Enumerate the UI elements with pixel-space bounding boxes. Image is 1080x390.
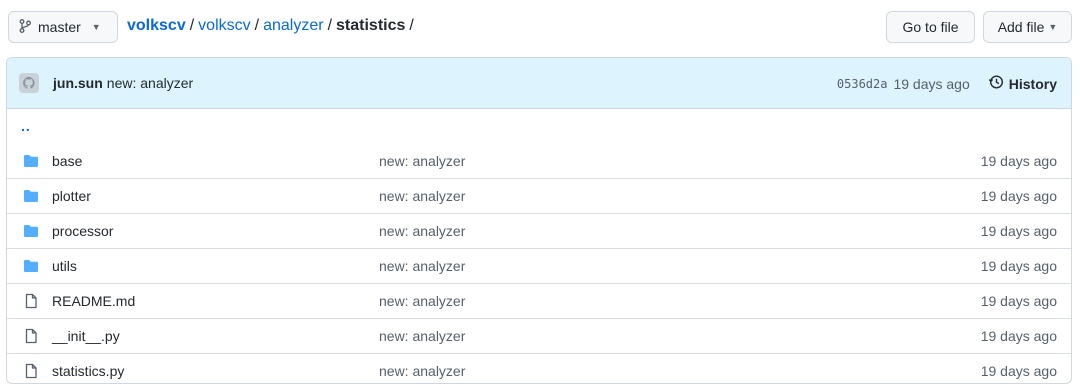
folder-icon (7, 189, 52, 203)
file-name-link[interactable]: base (52, 153, 82, 169)
file-commit-age: 19 days ago (980, 258, 1057, 274)
file-name-link[interactable]: statistics.py (52, 363, 124, 379)
commit-author[interactable]: jun.sun (53, 75, 103, 91)
file-name-link[interactable]: processor (52, 223, 113, 239)
file-name-link[interactable]: __init__.py (52, 328, 120, 344)
branch-selector-button[interactable]: master ▼ (8, 11, 118, 43)
repo-nav-bar: master ▼ volkscv / volkscv / analyzer / statis… (0, 0, 1080, 56)
commit-meta: 0536d2a 19 days ago History (837, 58, 1057, 109)
file-commit-age: 19 days ago (980, 363, 1057, 379)
breadcrumb-separator: / (189, 17, 195, 34)
chevron-down-icon: ▼ (91, 22, 101, 32)
file-row[interactable]: base new: analyzer 19 days ago (7, 143, 1071, 178)
breadcrumb-repo-link[interactable]: volkscv (198, 17, 250, 34)
breadcrumb-folder-link[interactable]: analyzer (263, 17, 323, 34)
file-commit-age: 19 days ago (980, 328, 1057, 344)
latest-commit-bar: jun.sun new: analyzer 0536d2a 19 days ag… (7, 58, 1071, 109)
file-commit-age: 19 days ago (980, 188, 1057, 204)
file-icon (7, 363, 52, 379)
breadcrumb-current: statistics (336, 17, 406, 34)
commit-message[interactable]: new: analyzer (107, 75, 193, 91)
folder-icon (7, 154, 52, 168)
history-link[interactable]: History (988, 74, 1057, 93)
file-commit-age: 19 days ago (980, 223, 1057, 239)
file-commit-message[interactable]: new: analyzer (379, 153, 465, 169)
file-icon (7, 293, 52, 309)
history-label: History (1008, 75, 1057, 92)
parent-directory-row[interactable]: .. (7, 109, 1071, 143)
folder-icon (7, 224, 52, 238)
add-file-label: Add file (997, 19, 1045, 35)
file-row[interactable]: plotter new: analyzer 19 days ago (7, 178, 1071, 213)
file-list: jun.sun new: analyzer 0536d2a 19 days ag… (6, 57, 1072, 384)
commit-age: 19 days ago (893, 75, 970, 92)
branch-icon (19, 18, 31, 36)
file-row[interactable]: statistics.py new: analyzer 19 days ago (7, 353, 1071, 383)
add-file-button[interactable]: Add file ▼ (983, 11, 1072, 43)
file-row[interactable]: processor new: analyzer 19 days ago (7, 213, 1071, 248)
commit-sha[interactable]: 0536d2a (837, 77, 888, 91)
go-to-file-button[interactable]: Go to file (886, 11, 975, 43)
avatar[interactable] (19, 73, 39, 93)
parent-directory-link[interactable]: .. (21, 118, 31, 134)
breadcrumb: volkscv / volkscv / analyzer / statistics / (127, 17, 418, 35)
file-commit-message[interactable]: new: analyzer (379, 363, 465, 379)
file-row[interactable]: __init__.py new: analyzer 19 days ago (7, 318, 1071, 353)
breadcrumb-separator: / (409, 17, 414, 34)
file-commit-age: 19 days ago (980, 152, 1057, 169)
file-row[interactable]: README.md new: analyzer 19 days ago (7, 283, 1071, 318)
file-commit-age: 19 days ago (980, 293, 1057, 309)
file-row[interactable]: utils new: analyzer 19 days ago (7, 248, 1071, 283)
branch-name: master (38, 19, 81, 35)
file-icon (7, 328, 52, 344)
history-icon (988, 74, 1004, 93)
file-name-link[interactable]: plotter (52, 188, 91, 204)
file-name-link[interactable]: utils (52, 258, 77, 274)
folder-icon (7, 259, 52, 273)
breadcrumb-separator: / (254, 17, 260, 34)
file-commit-message[interactable]: new: analyzer (379, 258, 465, 274)
file-commit-message[interactable]: new: analyzer (379, 328, 465, 344)
file-commit-message[interactable]: new: analyzer (379, 223, 465, 239)
file-commit-message[interactable]: new: analyzer (379, 188, 465, 204)
breadcrumb-owner-link[interactable]: volkscv (127, 17, 186, 34)
go-to-file-label: Go to file (902, 19, 959, 35)
breadcrumb-separator: / (327, 17, 333, 34)
file-commit-message[interactable]: new: analyzer (379, 293, 465, 309)
chevron-down-icon: ▼ (1048, 22, 1058, 32)
file-name-link[interactable]: README.md (52, 293, 135, 309)
